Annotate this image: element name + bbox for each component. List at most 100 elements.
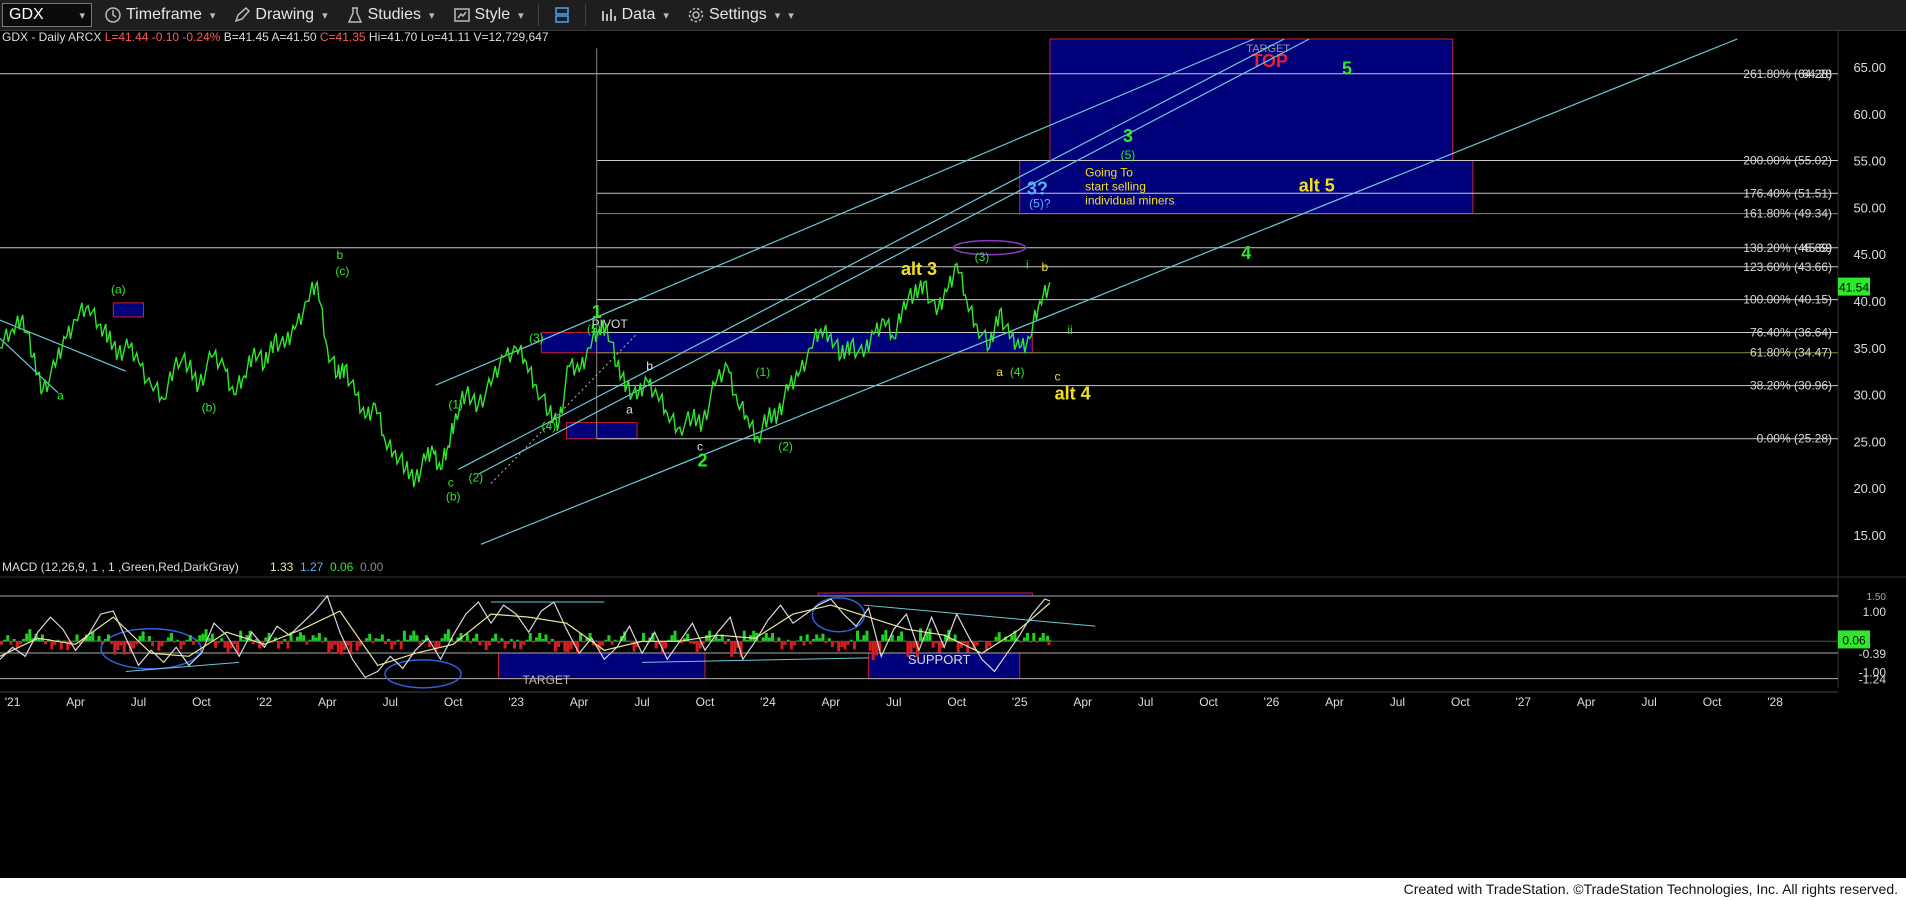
macd-ellipse	[384, 659, 462, 689]
wave-label: (2)	[469, 471, 484, 485]
price-tick-label: 60.00	[1853, 107, 1886, 122]
target-box	[540, 331, 1033, 354]
macd-histogram-bar	[327, 641, 331, 654]
chevron-down-icon: ▾	[518, 9, 524, 22]
layout-button[interactable]	[547, 2, 577, 28]
macd-histogram-bar	[223, 641, 227, 648]
x-tick-label: Oct	[1703, 695, 1722, 709]
wave-label: a	[996, 365, 1003, 379]
macd-histogram-bar	[305, 641, 309, 645]
wave-label: (5)	[587, 322, 602, 336]
x-tick-label: '28	[1767, 695, 1783, 709]
timeframe-label: Timeframe	[126, 6, 202, 23]
macd-histogram-bar	[569, 641, 573, 650]
fib-value-label: 45.69	[1802, 241, 1832, 255]
wave-label: 2	[697, 451, 707, 471]
data-button[interactable]: Data ▾	[594, 2, 675, 28]
macd-tick-label: -1.24	[1859, 673, 1887, 687]
fib-level-label: 161.80% (49.34)	[1743, 207, 1832, 221]
macd-histogram-bar	[107, 634, 111, 642]
timeframe-button[interactable]: Timeframe ▾	[98, 2, 221, 28]
macd-histogram-bar	[925, 632, 929, 642]
macd-histogram-bar	[906, 641, 910, 657]
x-tick-label: '27	[1515, 695, 1531, 709]
macd-histogram-bar	[780, 641, 784, 650]
macd-histogram-bar	[544, 634, 548, 642]
macd-histogram-bar	[764, 632, 768, 642]
macd-histogram-bar	[298, 632, 302, 642]
macd-histogram-bar	[563, 641, 567, 652]
price-chart[interactable]: GDX - Daily ARCX L=41.44 -0.10 -0.24% B=…	[0, 31, 1906, 878]
quote-value: B=41.45	[220, 31, 269, 44]
price-tick-label: 15.00	[1853, 528, 1886, 543]
macd-histogram-bar	[610, 641, 614, 645]
macd-histogram-bar	[528, 632, 532, 642]
x-tick-label: '22	[257, 695, 273, 709]
macd-histogram-bar	[157, 641, 161, 651]
macd-histogram-bar	[28, 629, 32, 642]
macd-histogram-bar	[919, 628, 922, 642]
macd-histogram-bar	[553, 641, 557, 652]
wave-label: (1)	[756, 365, 771, 379]
macd-histogram-bar	[214, 641, 218, 648]
annotation-text: individual miners	[1085, 194, 1174, 208]
macd-histogram-bar	[339, 641, 343, 655]
wave-label: ii	[1067, 323, 1072, 337]
macd-histogram-bar	[393, 641, 397, 645]
wave-label: (4)	[542, 419, 557, 433]
toolbar-divider	[537, 4, 539, 26]
drawing-label: Drawing	[255, 6, 315, 23]
fib-value-label: 64.28	[1802, 67, 1832, 81]
wave-label: 5	[1342, 59, 1352, 79]
wave-label: 1	[592, 302, 602, 322]
style-button[interactable]: Style ▾	[447, 2, 530, 28]
clock-icon	[105, 7, 121, 23]
macd-histogram-bar	[113, 641, 117, 655]
price-tick-label: 35.00	[1853, 341, 1886, 356]
macd-histogram-bar	[830, 641, 834, 648]
macd-histogram-bar	[752, 630, 756, 642]
settings-button[interactable]: Settings ▾ ▾	[681, 2, 800, 28]
x-tick-label: Jul	[1138, 695, 1153, 709]
macd-histogram-bar	[355, 641, 359, 651]
macd-histogram-bar	[673, 630, 677, 642]
pencil-icon	[235, 6, 251, 23]
chevron-down-icon: ▾	[322, 9, 328, 22]
macd-target-label: TARGET	[522, 673, 570, 687]
toolbar-divider	[584, 4, 586, 26]
macd-histogram-bar	[50, 641, 54, 650]
macd-legend-value: 1.33	[270, 560, 294, 574]
annotation-text: start selling	[1085, 180, 1146, 194]
macd-histogram-bar	[40, 634, 44, 642]
studies-button[interactable]: Studies ▾	[340, 2, 441, 28]
quote-value: V=12,729,647	[470, 31, 549, 44]
wave-label: (1)	[448, 398, 463, 412]
wave-label: b	[646, 359, 653, 373]
macd-histogram-bar	[484, 641, 488, 651]
x-tick-label: Oct	[947, 695, 966, 709]
macd-histogram-bar	[402, 630, 406, 642]
x-tick-label: '21	[5, 695, 21, 709]
price-tick-label: 30.00	[1853, 388, 1886, 403]
macd-histogram-bar	[336, 641, 340, 654]
fib-level-label: 61.80% (34.47)	[1750, 346, 1832, 360]
symbol-text: GDX	[9, 6, 44, 23]
macd-histogram-bar	[868, 641, 872, 651]
drawing-button[interactable]: Drawing ▾	[227, 2, 333, 28]
macd-value-label: 0.06	[1842, 633, 1866, 647]
x-tick-label: Jul	[383, 695, 398, 709]
x-tick-label: Apr	[1577, 695, 1596, 709]
macd-legend-value: 0.00	[360, 560, 384, 574]
macd-histogram-bar	[742, 630, 746, 642]
wave-label: a	[57, 388, 64, 402]
wave-label: alt 5	[1299, 176, 1335, 196]
macd-histogram-bar	[0, 641, 3, 645]
macd-histogram-bar	[478, 641, 482, 646]
price-series-line	[0, 262, 1051, 488]
last-price-label: 41.54	[1839, 281, 1869, 295]
macd-histogram-bar	[443, 633, 447, 642]
wave-label: b	[337, 248, 344, 262]
wave-label: (a)	[111, 283, 126, 297]
macd-histogram-bar	[25, 633, 29, 642]
symbol-input[interactable]: GDX ▾	[2, 3, 92, 27]
